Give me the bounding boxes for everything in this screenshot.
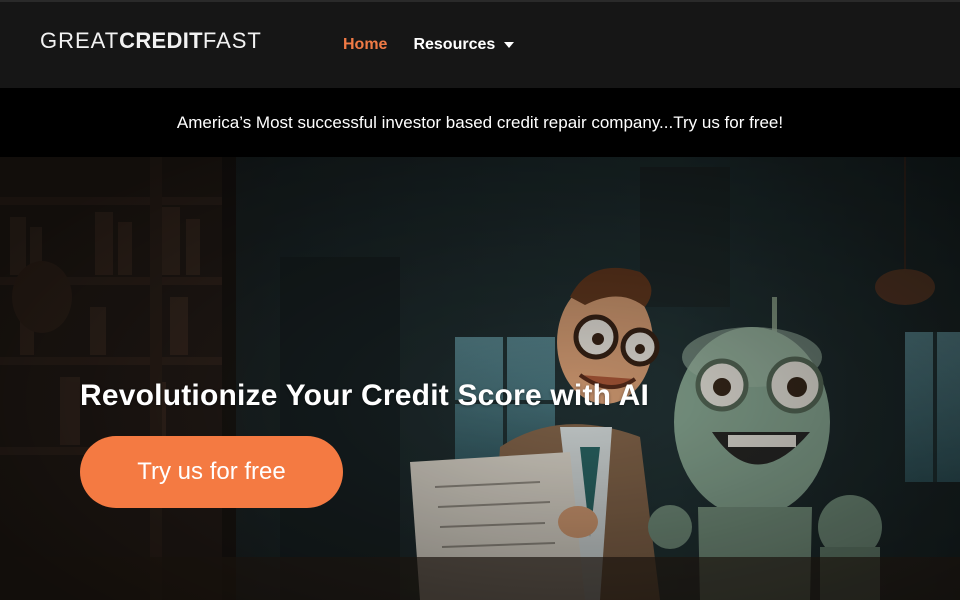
logo-text-great: GREAT	[40, 28, 120, 53]
announcement-text: America’s Most successful investor based…	[176, 112, 784, 132]
site-logo[interactable]: GREAT CREDIT FAST	[40, 28, 262, 58]
site-header: GREAT CREDIT FAST Home Resources	[0, 0, 960, 88]
main-nav: Home Resources	[343, 36, 515, 54]
try-free-button[interactable]: Try us for free	[80, 436, 343, 508]
caret-down-icon	[504, 42, 515, 48]
nav-item-resources-label: Resources	[413, 36, 496, 53]
hero-section: Revolutionize Your Credit Score with AI …	[0, 157, 960, 600]
announcement-bar: America’s Most successful investor based…	[0, 88, 960, 157]
logo-text-fast: FAST	[202, 28, 262, 53]
nav-item-resources[interactable]: Resources	[413, 36, 515, 54]
logo-text-credit: CREDIT	[119, 28, 203, 53]
hero-title: Revolutionize Your Credit Score with AI	[80, 379, 649, 412]
nav-item-home[interactable]: Home	[343, 36, 387, 54]
nav-item-home-label: Home	[343, 36, 388, 53]
